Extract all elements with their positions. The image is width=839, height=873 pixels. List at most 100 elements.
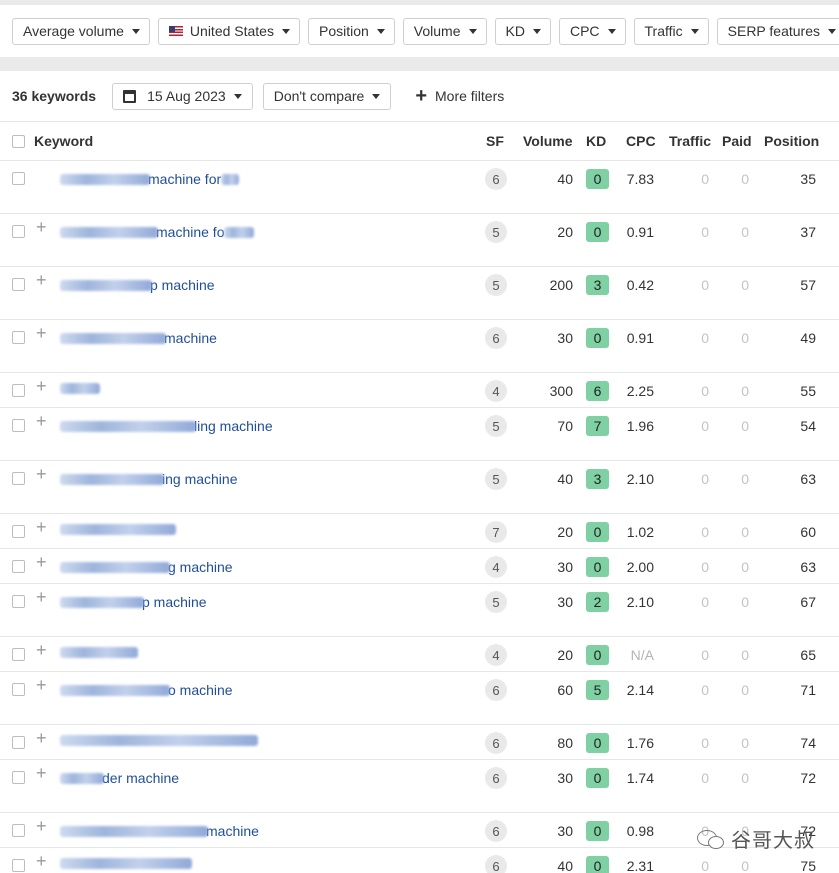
keyword-link[interactable]: der machine — [60, 770, 179, 786]
row-checkbox[interactable] — [12, 331, 25, 344]
serp-features-badge[interactable]: 6 — [485, 327, 507, 349]
more-filters-button[interactable]: + More filters — [415, 86, 504, 106]
serp-features-badge[interactable]: 5 — [485, 415, 507, 437]
row-checkbox[interactable] — [12, 771, 25, 784]
add-to-list-icon[interactable]: + — [36, 377, 47, 395]
header-kd[interactable]: KD — [586, 122, 606, 160]
header-traffic[interactable]: Traffic — [669, 122, 711, 160]
row-checkbox[interactable] — [12, 683, 25, 696]
volume-value: 20 — [557, 224, 573, 240]
position-value: 72 — [800, 770, 816, 786]
add-to-list-icon[interactable]: + — [36, 588, 47, 606]
cpc-value: 2.25 — [626, 383, 654, 399]
filter-kd-dropdown[interactable]: KD — [494, 17, 551, 45]
keyword-link[interactable] — [60, 524, 176, 535]
redacted-text — [60, 596, 144, 608]
keyword-text: g machine — [168, 559, 233, 575]
row-checkbox[interactable] — [12, 384, 25, 397]
paid-value: 0 — [741, 171, 749, 187]
keyword-link[interactable] — [60, 735, 258, 746]
serp-features-badge[interactable]: 6 — [485, 855, 507, 873]
keyword-link[interactable] — [60, 647, 138, 658]
serp-features-badge[interactable]: 7 — [485, 521, 507, 543]
cpc-value: 1.74 — [626, 770, 654, 786]
redacted-text — [60, 858, 192, 869]
cpc-value: 0.98 — [626, 823, 654, 839]
header-volume[interactable]: Volume — [523, 122, 573, 160]
add-to-list-icon[interactable]: + — [36, 852, 47, 870]
serp-features-badge[interactable]: 6 — [485, 767, 507, 789]
serp-features-badge[interactable]: 4 — [485, 556, 507, 578]
add-to-list-icon[interactable]: + — [36, 465, 47, 483]
add-to-list-icon[interactable]: + — [36, 412, 47, 430]
header-cpc[interactable]: CPC — [626, 122, 656, 160]
cpc-value: 2.10 — [626, 594, 654, 610]
keyword-link[interactable]: machine fo — [60, 224, 255, 240]
header-position[interactable]: Position — [764, 122, 819, 160]
header-sf[interactable]: SF — [486, 122, 504, 160]
keyword-link[interactable]: ling machine — [60, 418, 273, 434]
row-checkbox[interactable] — [12, 824, 25, 837]
keyword-link[interactable] — [60, 858, 192, 869]
add-to-list-icon[interactable]: + — [36, 764, 47, 782]
serp-features-badge[interactable]: 6 — [485, 820, 507, 842]
traffic-value: 0 — [701, 858, 709, 873]
keyword-link[interactable]: o machine — [60, 682, 233, 698]
add-to-list-icon[interactable]: + — [36, 324, 47, 342]
keyword-link[interactable]: machine — [60, 823, 259, 839]
header-keyword[interactable]: Keyword — [34, 122, 93, 160]
header-paid[interactable]: Paid — [722, 122, 752, 160]
select-all-checkbox[interactable] — [12, 135, 25, 148]
serp-features-badge[interactable]: 5 — [485, 274, 507, 296]
keyword-link[interactable]: p machine — [60, 594, 207, 610]
add-to-list-icon[interactable]: + — [36, 553, 47, 571]
volume-value: 200 — [549, 277, 573, 293]
keyword-link[interactable] — [60, 383, 100, 394]
serp-features-badge[interactable]: 5 — [485, 468, 507, 490]
date-picker-button[interactable]: 15 Aug 2023 — [112, 82, 253, 110]
add-to-list-icon[interactable]: + — [36, 271, 47, 289]
add-to-list-icon[interactable]: + — [36, 518, 47, 536]
add-to-list-icon[interactable]: + — [36, 218, 47, 236]
row-checkbox[interactable] — [12, 225, 25, 238]
filter-label: SERP features — [727, 23, 820, 39]
row-checkbox[interactable] — [12, 648, 25, 661]
row-checkbox[interactable] — [12, 859, 25, 872]
row-checkbox[interactable] — [12, 595, 25, 608]
traffic-value: 0 — [701, 682, 709, 698]
filter-traffic-dropdown[interactable]: Traffic — [633, 17, 709, 45]
row-checkbox[interactable] — [12, 278, 25, 291]
cpc-value: 0.42 — [626, 277, 654, 293]
filter-position-dropdown[interactable]: Position — [307, 17, 395, 45]
filter-cpc-dropdown[interactable]: CPC — [558, 17, 626, 45]
keyword-link[interactable]: machine — [60, 330, 217, 346]
filter-average-volume-dropdown[interactable]: Average volume — [12, 17, 150, 45]
compare-dropdown[interactable]: Don't compare — [262, 82, 392, 110]
row-checkbox[interactable] — [12, 560, 25, 573]
filter-united-states-dropdown[interactable]: United States — [157, 17, 300, 45]
keyword-link[interactable]: machine for — [60, 171, 240, 187]
filter-volume-dropdown[interactable]: Volume — [402, 17, 487, 45]
chevron-down-icon — [607, 28, 616, 34]
keyword-link[interactable]: ing machine — [60, 471, 238, 487]
add-to-list-icon[interactable]: + — [36, 817, 47, 835]
add-to-list-icon[interactable]: + — [36, 641, 47, 659]
watermark: 谷哥大叔 — [697, 824, 815, 853]
serp-features-badge[interactable]: 6 — [485, 168, 507, 190]
serp-features-badge[interactable]: 5 — [485, 221, 507, 243]
row-checkbox[interactable] — [12, 419, 25, 432]
serp-features-badge[interactable]: 5 — [485, 591, 507, 613]
serp-features-badge[interactable]: 4 — [485, 644, 507, 666]
add-to-list-icon[interactable]: + — [36, 729, 47, 747]
keyword-link[interactable]: g machine — [60, 559, 233, 575]
row-checkbox[interactable] — [12, 525, 25, 538]
row-checkbox[interactable] — [12, 736, 25, 749]
serp-features-badge[interactable]: 6 — [485, 679, 507, 701]
serp-features-badge[interactable]: 4 — [485, 380, 507, 402]
add-to-list-icon[interactable]: + — [36, 676, 47, 694]
filter-serp-features-dropdown[interactable]: SERP features — [716, 17, 839, 45]
row-checkbox[interactable] — [12, 472, 25, 485]
row-checkbox[interactable] — [12, 172, 25, 185]
keyword-link[interactable]: p machine — [60, 277, 215, 293]
serp-features-badge[interactable]: 6 — [485, 732, 507, 754]
